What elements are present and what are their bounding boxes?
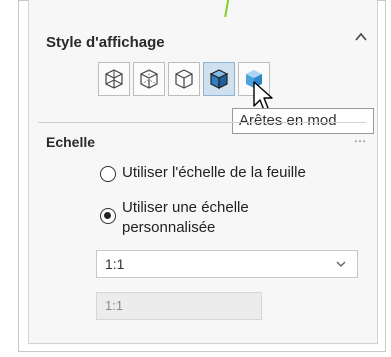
more-options-icon[interactable]: ⋯ — [354, 134, 366, 148]
wireframe-button[interactable] — [98, 62, 130, 96]
display-style-title: Style d'affichage — [46, 34, 165, 51]
chevron-up-icon[interactable] — [354, 30, 368, 44]
custom-scale-field[interactable]: 1:1 — [96, 292, 262, 320]
cube-hidden-lines-removed-icon — [175, 69, 193, 89]
hidden-lines-removed-button[interactable] — [168, 62, 200, 96]
tooltip: Arêtes en mod — [232, 108, 374, 134]
radio-sheet-scale[interactable]: Utiliser l'échelle de la feuille — [100, 164, 306, 182]
cube-hidden-lines-visible-icon — [140, 69, 158, 89]
radio-custom-scale-label: Utiliser une échelle personnalisée — [122, 199, 249, 236]
scale-select[interactable]: 1:1 — [96, 250, 358, 278]
custom-scale-value: 1:1 — [105, 298, 124, 313]
cube-shaded-edges-icon — [209, 69, 229, 89]
radio-button[interactable] — [100, 166, 116, 182]
scale-title: Echelle — [46, 134, 96, 150]
hidden-lines-visible-button[interactable] — [133, 62, 165, 96]
display-style-toolbar — [98, 62, 270, 100]
radio-custom-scale[interactable]: Utiliser une échelle personnalisée — [100, 198, 249, 238]
radio-button-checked[interactable] — [100, 208, 116, 224]
scale-select-value: 1:1 — [105, 256, 125, 272]
chevron-down-icon — [335, 251, 347, 286]
cube-wireframe-icon — [105, 69, 123, 89]
section-divider — [38, 122, 366, 123]
radio-sheet-scale-label: Utiliser l'échelle de la feuille — [122, 164, 306, 181]
shaded-with-edges-button[interactable] — [203, 62, 235, 96]
